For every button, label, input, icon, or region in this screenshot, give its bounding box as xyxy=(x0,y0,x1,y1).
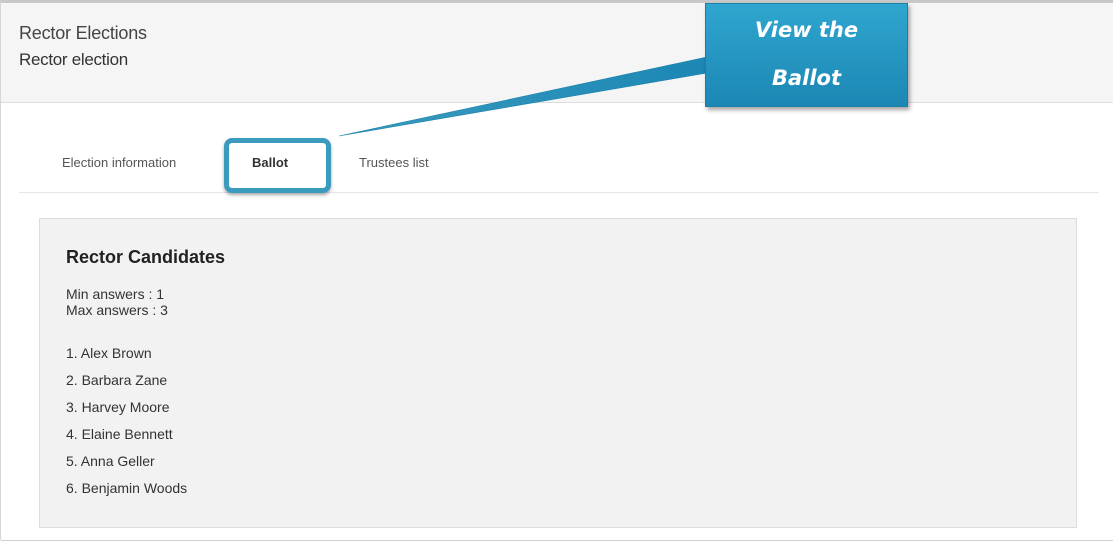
answer-item: 3. Harvey Moore xyxy=(66,399,170,415)
bottom-divider xyxy=(1,540,1113,541)
answer-item: 4. Elaine Bennett xyxy=(66,426,173,442)
callout-box: View the Ballot xyxy=(705,3,908,107)
callout-text-line1: View the xyxy=(754,18,859,42)
callout-text-line2: Ballot xyxy=(771,66,842,90)
tab-bar: Election information Ballot Trustees lis… xyxy=(19,139,1099,193)
page-header: Rector Elections Rector election xyxy=(1,3,1113,103)
min-answers: Min answers : 1 xyxy=(66,286,165,302)
tab-election-information[interactable]: Election information xyxy=(62,155,176,170)
window-frame: Rector Elections Rector election Electio… xyxy=(0,0,1113,541)
answer-item: 6. Benjamin Woods xyxy=(66,480,188,496)
election-name: Rector election xyxy=(19,50,128,69)
ballot-tab-highlight xyxy=(224,138,331,193)
question-title: Rector Candidates xyxy=(66,247,226,267)
ballot-panel: Rector Candidates Min answers : 1 Max an… xyxy=(39,218,1077,528)
app-title: Rector Elections xyxy=(19,23,147,43)
max-answers: Max answers : 3 xyxy=(66,302,168,318)
answer-item: 5. Anna Geller xyxy=(66,453,155,469)
answer-item: 1. Alex Brown xyxy=(66,345,152,361)
tab-trustees-list[interactable]: Trustees list xyxy=(359,155,429,170)
answer-item: 2. Barbara Zane xyxy=(66,372,168,388)
